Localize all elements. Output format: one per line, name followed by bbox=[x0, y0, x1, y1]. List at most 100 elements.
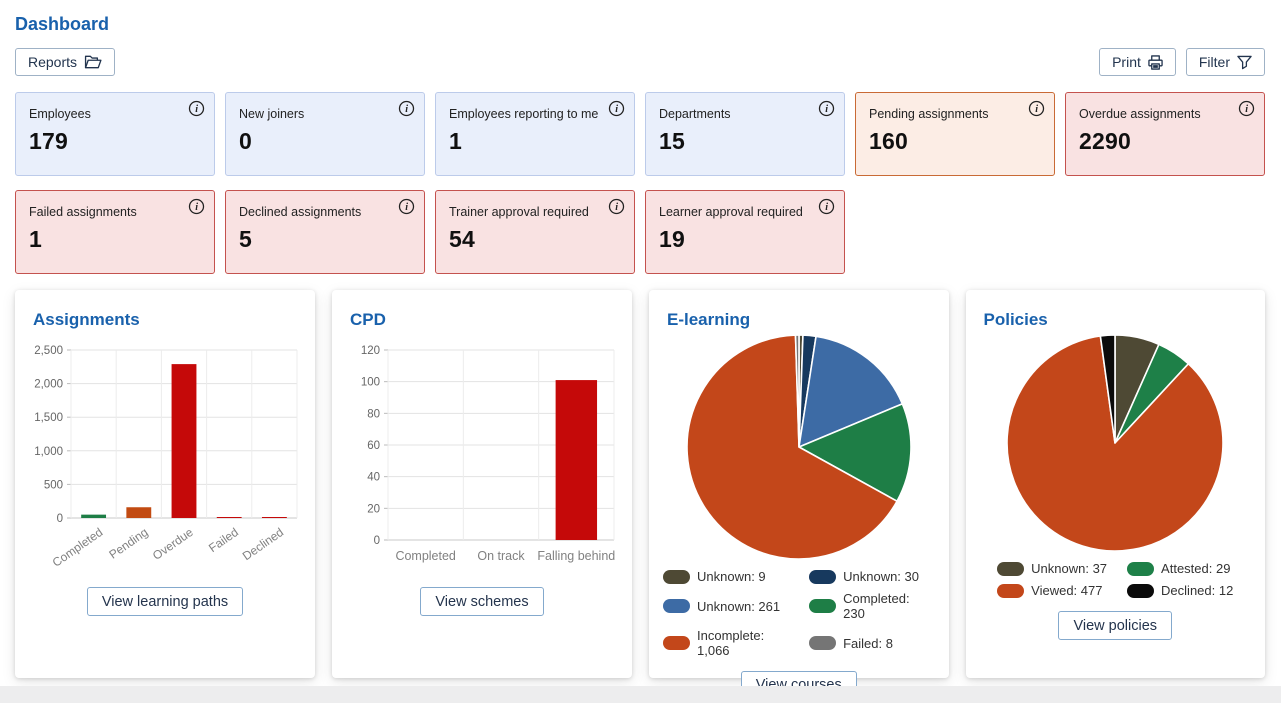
dashboard-page: Dashboard Reports Print bbox=[0, 0, 1281, 678]
filter-button-label: Filter bbox=[1199, 54, 1230, 70]
view-schemes-button[interactable]: View schemes bbox=[420, 587, 543, 616]
policies-legend: Unknown: 37 Attested: 29 Viewed: 477 Declin… bbox=[997, 561, 1233, 598]
legend-item-completed: Completed: 230 bbox=[809, 591, 934, 621]
stat-card-learner-approval-required: iLearner approval required19 bbox=[645, 190, 845, 274]
legend-swatch bbox=[663, 570, 690, 584]
svg-text:i: i bbox=[405, 202, 408, 213]
legend-swatch bbox=[809, 636, 836, 650]
stat-card-label: Failed assignments bbox=[29, 205, 202, 219]
stat-card-value: 2290 bbox=[1079, 128, 1252, 155]
legend-item-failed: Failed: 8 bbox=[809, 628, 934, 658]
info-icon[interactable]: i bbox=[1028, 100, 1045, 117]
stat-card-label: Pending assignments bbox=[869, 107, 1042, 121]
svg-text:1,000: 1,000 bbox=[34, 446, 63, 458]
info-icon[interactable]: i bbox=[818, 100, 835, 117]
page-title: Dashboard bbox=[15, 14, 1265, 35]
legend-swatch bbox=[663, 636, 690, 650]
chart-panels-row: Assignments 05001,0001,5002,0002,500Comp… bbox=[15, 290, 1265, 678]
svg-text:Declined: Declined bbox=[240, 525, 286, 563]
stat-card-new-joiners: iNew joiners0 bbox=[225, 92, 425, 176]
stat-card-label: Overdue assignments bbox=[1079, 107, 1252, 121]
info-icon[interactable]: i bbox=[398, 198, 415, 215]
stat-cards-grid: iEmployees179iNew joiners0iEmployees rep… bbox=[15, 92, 1265, 274]
legend-item-unknown: Unknown: 37 bbox=[997, 561, 1107, 576]
stat-card-value: 160 bbox=[869, 128, 1042, 155]
legend-item-unknown: Unknown: 9 bbox=[663, 569, 789, 584]
stat-card-employees-reporting-to-me: iEmployees reporting to me1 bbox=[435, 92, 635, 176]
stat-card-declined-assignments: iDeclined assignments5 bbox=[225, 190, 425, 274]
svg-text:120: 120 bbox=[361, 345, 380, 357]
info-icon[interactable]: i bbox=[608, 100, 625, 117]
cpd-bar-chart: 020406080100120CompletedOn trackFalling … bbox=[346, 338, 618, 574]
svg-text:2,000: 2,000 bbox=[34, 379, 63, 391]
svg-text:100: 100 bbox=[361, 377, 380, 389]
svg-text:20: 20 bbox=[367, 503, 380, 515]
toolbar-right: Print Filter bbox=[1099, 48, 1265, 76]
legend-swatch bbox=[809, 599, 836, 613]
elearning-panel: E-learning Unknown: 9Unknown: 30Unknown:… bbox=[649, 290, 949, 678]
reports-button[interactable]: Reports bbox=[15, 48, 115, 76]
legend-label: Completed: 230 bbox=[843, 591, 934, 621]
info-icon[interactable]: i bbox=[188, 198, 205, 215]
print-button[interactable]: Print bbox=[1099, 48, 1176, 76]
svg-text:i: i bbox=[615, 104, 618, 115]
stat-card-pending-assignments: iPending assignments 160 bbox=[855, 92, 1055, 176]
svg-text:500: 500 bbox=[44, 479, 63, 491]
legend-label: Unknown: 261 bbox=[697, 599, 780, 614]
cpd-panel-title: CPD bbox=[350, 310, 386, 330]
page-bottom-strip bbox=[0, 686, 1281, 703]
stat-card-value: 5 bbox=[239, 226, 412, 253]
svg-text:i: i bbox=[825, 202, 828, 213]
view-learning-paths-button[interactable]: View learning paths bbox=[87, 587, 243, 616]
info-icon[interactable]: i bbox=[188, 100, 205, 117]
svg-text:i: i bbox=[405, 104, 408, 115]
printer-icon bbox=[1148, 55, 1163, 70]
stat-card-value: 15 bbox=[659, 128, 832, 155]
stat-card-value: 54 bbox=[449, 226, 622, 253]
policies-pie-chart bbox=[1004, 332, 1226, 554]
legend-item-declined: Declined: 12 bbox=[1127, 583, 1233, 598]
info-icon[interactable]: i bbox=[818, 198, 835, 215]
stat-card-value: 179 bbox=[29, 128, 202, 155]
legend-label: Viewed: 477 bbox=[1031, 583, 1102, 598]
stat-card-value: 1 bbox=[449, 128, 622, 155]
cpd-panel: CPD 020406080100120CompletedOn trackFall… bbox=[332, 290, 632, 678]
legend-item-viewed: Viewed: 477 bbox=[997, 583, 1107, 598]
svg-text:On track: On track bbox=[477, 549, 525, 563]
info-icon[interactable]: i bbox=[398, 100, 415, 117]
svg-text:i: i bbox=[825, 104, 828, 115]
legend-label: Unknown: 30 bbox=[843, 569, 919, 584]
legend-label: Unknown: 37 bbox=[1031, 561, 1107, 576]
stat-card-value: 1 bbox=[29, 226, 202, 253]
svg-text:i: i bbox=[195, 202, 198, 213]
stat-card-label: Trainer approval required bbox=[449, 205, 622, 219]
filter-button[interactable]: Filter bbox=[1186, 48, 1265, 76]
stat-card-departments: iDepartments15 bbox=[645, 92, 845, 176]
svg-text:i: i bbox=[615, 202, 618, 213]
print-button-label: Print bbox=[1112, 54, 1141, 70]
legend-item-incomplete: Incomplete: 1,066 bbox=[663, 628, 789, 658]
info-icon[interactable]: i bbox=[608, 198, 625, 215]
info-icon[interactable]: i bbox=[1238, 100, 1255, 117]
legend-label: Attested: 29 bbox=[1161, 561, 1230, 576]
legend-label: Declined: 12 bbox=[1161, 583, 1233, 598]
svg-text:i: i bbox=[1245, 104, 1248, 115]
elearning-pie-chart bbox=[684, 332, 914, 562]
legend-swatch bbox=[997, 584, 1024, 598]
svg-text:2,500: 2,500 bbox=[34, 345, 63, 357]
view-policies-button[interactable]: View policies bbox=[1058, 611, 1172, 640]
legend-label: Failed: 8 bbox=[843, 636, 893, 651]
assignments-panel: Assignments 05001,0001,5002,0002,500Comp… bbox=[15, 290, 315, 678]
stat-card-trainer-approval-required: iTrainer approval required 54 bbox=[435, 190, 635, 274]
svg-text:Pending: Pending bbox=[106, 525, 150, 562]
svg-text:Overdue: Overdue bbox=[150, 525, 196, 563]
legend-swatch bbox=[997, 562, 1024, 576]
assignments-bar-chart: 05001,0001,5002,0002,500CompletedPending… bbox=[29, 338, 301, 574]
legend-swatch bbox=[1127, 562, 1154, 576]
assignments-panel-title: Assignments bbox=[33, 310, 140, 330]
stat-card-value: 19 bbox=[659, 226, 832, 253]
reports-button-label: Reports bbox=[28, 54, 77, 70]
toolbar: Reports Print bbox=[15, 48, 1265, 76]
legend-label: Incomplete: 1,066 bbox=[697, 628, 789, 658]
stat-card-label: New joiners bbox=[239, 107, 412, 121]
